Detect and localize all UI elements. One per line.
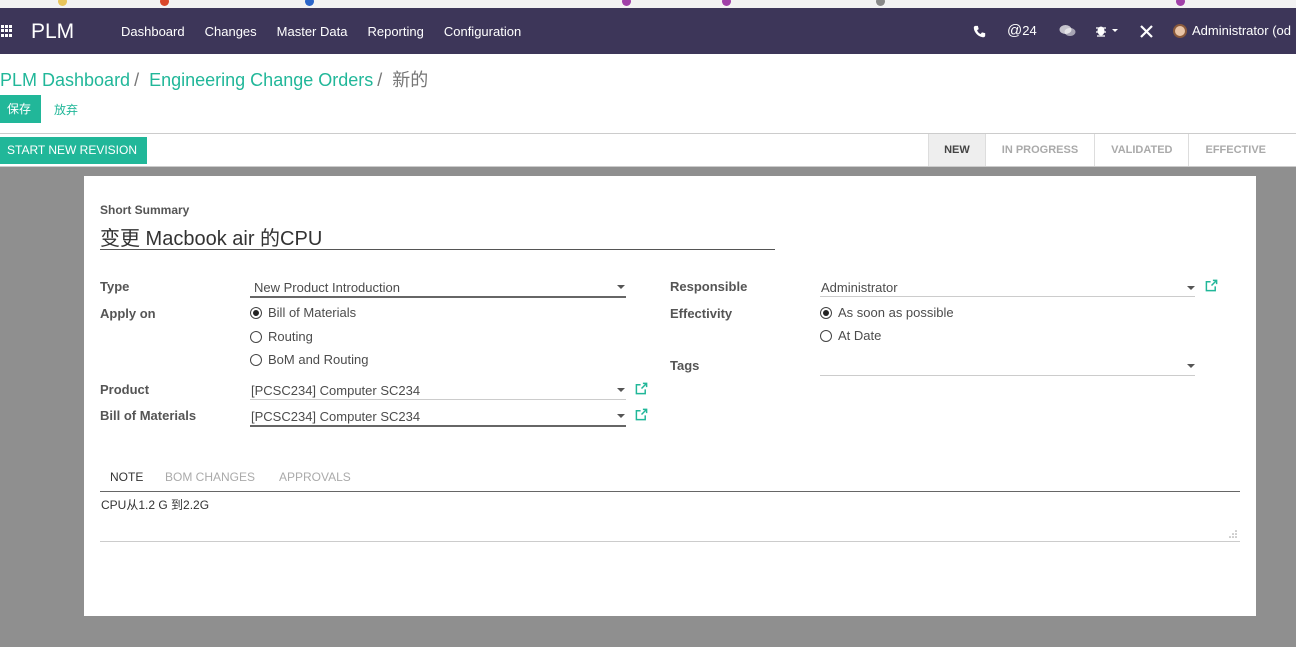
radio-unchecked-icon bbox=[820, 329, 832, 342]
note-textarea[interactable]: CPU从1.2 G 到2.2G bbox=[101, 496, 209, 513]
message-count: 24 bbox=[1022, 23, 1037, 38]
menu-dashboard[interactable]: Dashboard bbox=[121, 24, 185, 39]
short-summary-input[interactable]: 变更 Macbook air 的CPU bbox=[100, 222, 322, 251]
external-link-icon[interactable] bbox=[635, 382, 648, 395]
apps-grid-icon[interactable] bbox=[1, 25, 13, 37]
apply-on-bom-radio[interactable]: Bill of Materials bbox=[250, 305, 356, 320]
stage-validated[interactable]: VALIDATED bbox=[1094, 134, 1188, 166]
bom-label: Bill of Materials bbox=[100, 408, 197, 423]
resize-grip-icon[interactable] bbox=[1229, 530, 1237, 538]
breadcrumb-plm-dashboard[interactable]: PLM Dashboard bbox=[0, 70, 130, 90]
debug-bug-icon[interactable] bbox=[1095, 24, 1119, 37]
chat-icon[interactable] bbox=[1059, 24, 1076, 38]
radio-label: At Date bbox=[838, 328, 882, 343]
tags-input[interactable] bbox=[820, 375, 1195, 376]
breadcrumb-current: 新的 bbox=[392, 70, 429, 90]
responsible-select[interactable]: Administrator bbox=[821, 280, 898, 295]
breadcrumb-eco[interactable]: Engineering Change Orders bbox=[149, 70, 373, 90]
top-navbar: PLM Dashboard Changes Master Data Report… bbox=[0, 8, 1296, 54]
apply-on-bom-routing-radio[interactable]: BoM and Routing bbox=[250, 352, 368, 367]
bookmarks-bar bbox=[0, 0, 1296, 8]
external-link-icon[interactable] bbox=[1205, 279, 1218, 292]
discard-button[interactable]: 放弃 bbox=[54, 101, 78, 118]
radio-unchecked-icon bbox=[250, 330, 262, 343]
product-label: Product bbox=[100, 382, 150, 397]
radio-checked-icon bbox=[250, 306, 262, 319]
notebook-tabs: NOTE BOM CHANGES APPROVALS bbox=[100, 468, 1240, 492]
save-button[interactable]: 保存 bbox=[0, 95, 41, 123]
note-bottom-border bbox=[100, 541, 1240, 542]
short-summary-underline bbox=[100, 249, 775, 250]
product-select[interactable]: [PCSC234] Computer SC234 bbox=[251, 383, 420, 398]
menu-master-data[interactable]: Master Data bbox=[277, 24, 348, 39]
responsible-dropdown-icon[interactable] bbox=[1187, 286, 1195, 290]
tools-icon[interactable] bbox=[1140, 25, 1153, 38]
apply-on-routing-radio[interactable]: Routing bbox=[250, 329, 313, 344]
user-menu[interactable]: Administrator (od bbox=[1173, 23, 1291, 38]
radio-label: As soon as possible bbox=[838, 305, 954, 320]
responsible-label: Responsible bbox=[670, 279, 748, 294]
mentions-indicator[interactable]: @24 bbox=[1007, 22, 1037, 39]
product-dropdown-icon[interactable] bbox=[617, 388, 625, 392]
radio-unchecked-icon bbox=[250, 353, 262, 366]
user-name: Administrator (od bbox=[1192, 23, 1291, 38]
product-underline bbox=[250, 399, 626, 400]
main-menu: Dashboard Changes Master Data Reporting … bbox=[121, 24, 541, 39]
effectivity-asap-radio[interactable]: As soon as possible bbox=[820, 305, 954, 320]
external-link-icon[interactable] bbox=[635, 408, 648, 421]
radio-label: BoM and Routing bbox=[268, 352, 369, 367]
radio-label: Routing bbox=[268, 329, 313, 344]
type-underline bbox=[250, 296, 626, 298]
bom-dropdown-icon[interactable] bbox=[617, 414, 625, 418]
menu-configuration[interactable]: Configuration bbox=[444, 24, 521, 39]
effectivity-at-date-radio[interactable]: At Date bbox=[820, 328, 881, 343]
avatar bbox=[1173, 23, 1187, 38]
tags-label: Tags bbox=[670, 358, 700, 373]
tab-approvals[interactable]: APPROVALS bbox=[279, 470, 351, 484]
tags-dropdown-icon[interactable] bbox=[1187, 364, 1195, 368]
at-icon: @ bbox=[1007, 22, 1023, 39]
apply-on-label: Apply on bbox=[100, 306, 156, 321]
tab-note[interactable]: NOTE bbox=[110, 470, 143, 484]
stage-effective[interactable]: EFFECTIVE bbox=[1188, 134, 1296, 166]
tab-bom-changes[interactable]: BOM CHANGES bbox=[165, 470, 255, 484]
menu-changes[interactable]: Changes bbox=[205, 24, 257, 39]
bom-underline bbox=[250, 425, 626, 427]
breadcrumb: PLM Dashboard / Engineering Change Orders… bbox=[0, 66, 428, 92]
breadcrumb-separator: / bbox=[134, 70, 140, 90]
app-brand: PLM bbox=[31, 20, 75, 43]
short-summary-label: Short Summary bbox=[100, 203, 190, 217]
effectivity-label: Effectivity bbox=[670, 306, 733, 321]
type-label: Type bbox=[100, 279, 130, 294]
menu-reporting[interactable]: Reporting bbox=[367, 24, 423, 39]
radio-label: Bill of Materials bbox=[268, 305, 357, 320]
radio-checked-icon bbox=[820, 306, 832, 319]
bom-select[interactable]: [PCSC234] Computer SC234 bbox=[251, 409, 420, 424]
start-new-revision-button[interactable]: START NEW REVISION bbox=[0, 137, 148, 164]
responsible-underline bbox=[820, 296, 1195, 297]
stage-new[interactable]: NEW bbox=[928, 134, 985, 166]
breadcrumb-separator: / bbox=[377, 70, 383, 90]
stage-in-progress[interactable]: IN PROGRESS bbox=[984, 134, 1094, 166]
phone-icon[interactable] bbox=[973, 25, 986, 38]
status-bar: START NEW REVISION NEW IN PROGRESS VALID… bbox=[0, 133, 1296, 167]
type-dropdown-icon[interactable] bbox=[617, 285, 625, 289]
stage-pipeline: NEW IN PROGRESS VALIDATED EFFECTIVE bbox=[928, 134, 1296, 166]
type-select[interactable]: New Product Introduction bbox=[254, 280, 400, 295]
